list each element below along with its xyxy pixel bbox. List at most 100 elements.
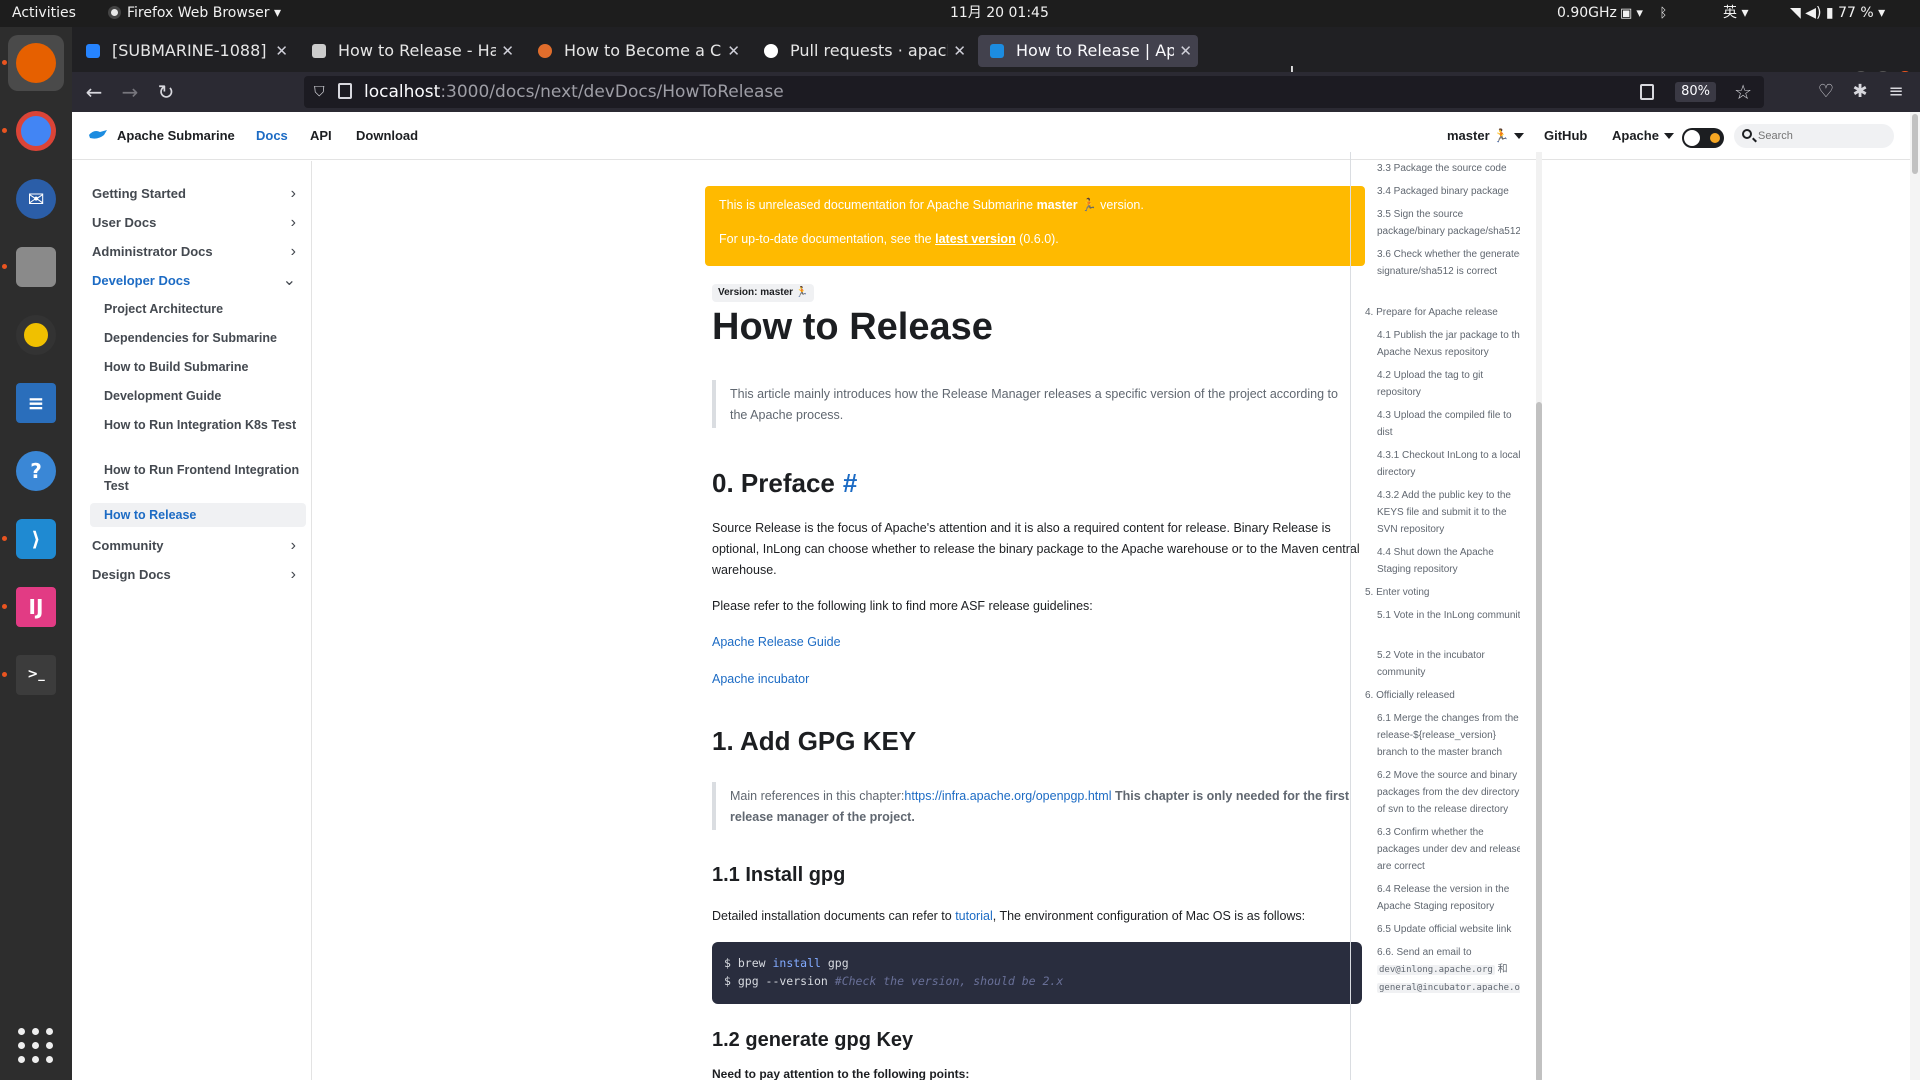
- help-icon: ?: [16, 451, 56, 491]
- sidebar-category-design-docs[interactable]: Design Docs ›: [90, 562, 306, 588]
- apache-incubator-link[interactable]: Apache incubator: [712, 672, 809, 686]
- sidebar-category-user-docs[interactable]: User Docs ›: [90, 210, 306, 236]
- banner-text: For up-to-date documentation, see the: [719, 232, 936, 246]
- close-icon[interactable]: ✕: [501, 35, 514, 67]
- tab-how-to-release[interactable]: How to Release | Apach ✕: [978, 35, 1198, 67]
- toc-item[interactable]: 6.2 Move the source and binary packages …: [1377, 767, 1520, 818]
- sidebar-category-admin-docs[interactable]: Administrator Docs ›: [90, 239, 306, 265]
- dock-thunderbird[interactable]: ✉: [8, 171, 64, 227]
- page-scrollbar[interactable]: [1910, 112, 1920, 1080]
- sidebar-item-architecture[interactable]: Project Architecture: [90, 301, 306, 317]
- tab-submarine-jira[interactable]: [SUBMARINE-1088] Pac ✕: [74, 35, 294, 67]
- latest-version-link[interactable]: latest version: [935, 232, 1016, 246]
- dock-help[interactable]: ?: [8, 443, 64, 499]
- dock-vscode[interactable]: ⟩: [8, 511, 64, 567]
- extensions-icon[interactable]: ✱: [1846, 78, 1874, 106]
- page-info-icon[interactable]: [338, 83, 352, 99]
- app-menu[interactable]: Firefox Web Browser ▾: [108, 0, 281, 27]
- reader-view-icon[interactable]: [1640, 84, 1654, 100]
- url-text[interactable]: localhost:3000/docs/next/devDocs/HowToRe…: [364, 76, 784, 108]
- apache-dropdown[interactable]: Apache: [1612, 112, 1674, 160]
- search-box[interactable]: [1734, 124, 1894, 148]
- sidebar-item-dev-guide[interactable]: Development Guide: [90, 388, 306, 404]
- code-block[interactable]: $ brew install gpg $ gpg --version #Chec…: [712, 942, 1362, 1004]
- system-menu[interactable]: ◥ ◀) ▮ 77 % ▾: [1790, 0, 1885, 27]
- heading-anchor-link[interactable]: #: [843, 468, 857, 498]
- toc-item[interactable]: 6.4 Release the version in the Apache St…: [1377, 881, 1520, 915]
- close-icon[interactable]: ✕: [953, 35, 966, 67]
- submarine-logo-icon[interactable]: [88, 127, 108, 141]
- sidebar-item-dependencies[interactable]: Dependencies for Submarine: [90, 330, 306, 346]
- search-input[interactable]: [1758, 124, 1888, 148]
- toc-item[interactable]: 4.3 Upload the compiled file to dist: [1377, 407, 1520, 441]
- close-icon[interactable]: ✕: [275, 35, 288, 67]
- tab-github-prs[interactable]: Pull requests · apache/ ✕: [752, 35, 972, 67]
- toc-item[interactable]: 5.2 Vote in the incubator community: [1377, 647, 1520, 681]
- sidebar-category-label: Design Docs: [92, 567, 171, 582]
- dock-files[interactable]: [8, 239, 64, 295]
- nav-api[interactable]: API: [310, 112, 332, 160]
- shield-icon[interactable]: ⛉: [314, 83, 330, 101]
- toc-scrollbar[interactable]: [1536, 152, 1542, 1080]
- site-title[interactable]: Apache Submarine: [117, 112, 235, 160]
- toc-item[interactable]: 3.5 Sign the source package/binary packa…: [1377, 206, 1520, 240]
- tab-hackmd[interactable]: How to Release - HackM ✕: [300, 35, 520, 67]
- dock-chrome[interactable]: [8, 103, 64, 159]
- nav-docs[interactable]: Docs: [256, 112, 288, 160]
- forward-button[interactable]: →: [116, 78, 144, 106]
- toc-item[interactable]: 6.5 Update official website link: [1377, 921, 1520, 938]
- bookmark-star-icon[interactable]: ☆: [1734, 79, 1752, 105]
- nav-download[interactable]: Download: [356, 112, 418, 160]
- sidebar-item-frontend-test[interactable]: How to Run Frontend Integration Test: [90, 462, 306, 494]
- toc-item[interactable]: 6.1 Merge the changes from the release-$…: [1377, 710, 1520, 761]
- dock-writer[interactable]: ≡: [8, 375, 64, 431]
- sidebar-item-how-to-release[interactable]: How to Release: [90, 503, 306, 527]
- cpu-frequency[interactable]: 0.90GHz: [1557, 0, 1617, 27]
- toc-item[interactable]: 3.3 Package the source code: [1377, 160, 1520, 177]
- sidebar-item-k8s-test[interactable]: How to Run Integration K8s Test: [90, 417, 306, 433]
- dock-terminal[interactable]: >_: [8, 647, 64, 703]
- page-scrollbar-thumb[interactable]: [1912, 114, 1918, 174]
- toc-item[interactable]: 6.6. Send an email to dev@inlong.apache.…: [1377, 944, 1520, 997]
- toc-item[interactable]: 4.3.1 Checkout InLong to a local directo…: [1377, 447, 1520, 481]
- dark-mode-toggle[interactable]: [1682, 128, 1724, 148]
- github-link[interactable]: GitHub: [1544, 112, 1587, 160]
- zoom-level[interactable]: 80%: [1675, 82, 1716, 102]
- toc-item[interactable]: 4. Prepare for Apache release: [1365, 304, 1517, 321]
- pocket-icon[interactable]: ♡: [1812, 78, 1840, 106]
- toc-item[interactable]: 3.4 Packaged binary package: [1377, 183, 1520, 200]
- url-bar[interactable]: ⛉ localhost:3000/docs/next/devDocs/HowTo…: [304, 76, 1764, 108]
- dock-firefox[interactable]: [8, 35, 64, 91]
- toc-item[interactable]: 5. Enter voting: [1365, 584, 1517, 601]
- activities-button[interactable]: Activities: [12, 0, 76, 27]
- close-icon[interactable]: ✕: [1179, 35, 1192, 67]
- apache-release-guide-link[interactable]: Apache Release Guide: [712, 635, 841, 649]
- tutorial-link[interactable]: tutorial: [955, 909, 993, 923]
- menu-icon[interactable]: ≡: [1882, 78, 1910, 106]
- toc-item[interactable]: 4.2 Upload the tag to git repository: [1377, 367, 1520, 401]
- toc-item[interactable]: 5.1 Vote in the InLong community: [1377, 607, 1520, 624]
- back-button[interactable]: ←: [80, 78, 108, 106]
- bluetooth-icon[interactable]: ᛒ: [1659, 6, 1667, 21]
- toc-scrollbar-thumb[interactable]: [1536, 402, 1542, 1080]
- dock-intellij[interactable]: IJ: [8, 579, 64, 635]
- toc-item[interactable]: 6. Officially released: [1365, 687, 1517, 704]
- sidebar-item-build[interactable]: How to Build Submarine: [90, 359, 306, 375]
- toc-item[interactable]: 6.3 Confirm whether the packages under d…: [1377, 824, 1520, 875]
- toc-item[interactable]: 4.3.2 Add the public key to the KEYS fil…: [1377, 487, 1520, 538]
- sidebar-category-developer-docs[interactable]: Developer Docs ⌄: [90, 268, 306, 294]
- openpgp-link[interactable]: https://infra.apache.org/openpgp.html: [904, 789, 1111, 803]
- reload-button[interactable]: ↻: [152, 78, 180, 106]
- toc-item[interactable]: 4.1 Publish the jar package to the Apach…: [1377, 327, 1520, 361]
- clock[interactable]: 11月 20 01:45: [950, 0, 1049, 27]
- close-icon[interactable]: ✕: [727, 35, 740, 67]
- toc-item[interactable]: 3.6 Check whether the generated signatur…: [1377, 246, 1520, 280]
- show-applications-button[interactable]: [18, 1028, 54, 1064]
- sidebar-category-community[interactable]: Community ›: [90, 533, 306, 559]
- tab-committer[interactable]: How to Become a Comm ✕: [526, 35, 746, 67]
- cpu-icon[interactable]: ▣: [1620, 6, 1632, 21]
- toc-item[interactable]: 4.4 Shut down the Apache Staging reposit…: [1377, 544, 1520, 578]
- sidebar-category-getting-started[interactable]: Getting Started ›: [90, 181, 306, 207]
- dock-rhythmbox[interactable]: [8, 307, 64, 363]
- input-method[interactable]: 英 ▾: [1723, 0, 1748, 27]
